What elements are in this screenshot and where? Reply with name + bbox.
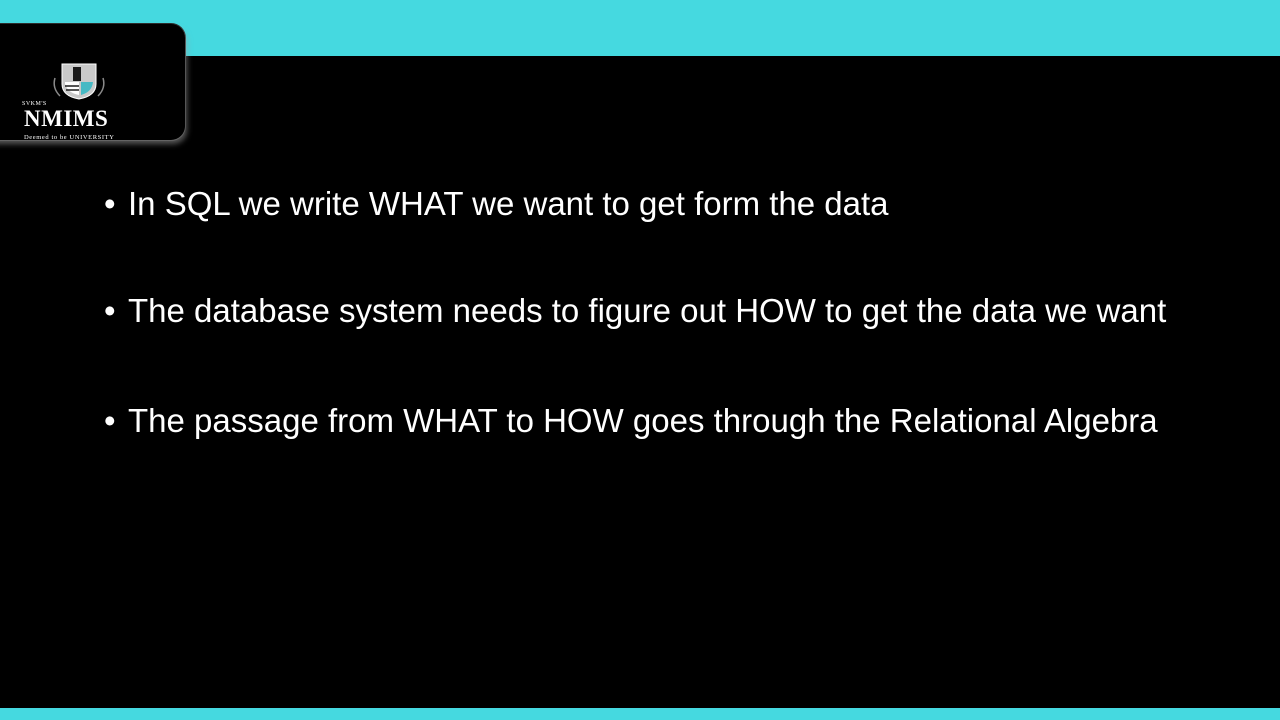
slide: SVKM'S NMIMS Deemed to be UNIVERSITY • I… bbox=[0, 0, 1280, 720]
nmims-logo: SVKM'S NMIMS Deemed to be UNIVERSITY bbox=[14, 62, 144, 148]
top-accent-band bbox=[0, 0, 1280, 56]
logo-sub-text: Deemed to be UNIVERSITY bbox=[24, 134, 115, 141]
bullet-marker: • bbox=[104, 402, 116, 439]
bullet-marker: • bbox=[104, 185, 116, 222]
bullet-text: The database system needs to figure out … bbox=[128, 292, 1167, 329]
bullet-item: • In SQL we write WHAT we want to get fo… bbox=[104, 184, 1194, 224]
logo-main-text: NMIMS bbox=[24, 106, 109, 131]
bullet-text: The passage from WHAT to HOW goes throug… bbox=[128, 402, 1158, 439]
bottom-accent-band bbox=[0, 708, 1280, 720]
bullet-text: In SQL we write WHAT we want to get form… bbox=[128, 185, 889, 222]
nmims-crest-icon bbox=[53, 63, 105, 100]
logo-panel: SVKM'S NMIMS Deemed to be UNIVERSITY bbox=[0, 24, 185, 141]
bullet-list: • In SQL we write WHAT we want to get fo… bbox=[104, 184, 1194, 441]
bullet-item: • The database system needs to figure ou… bbox=[104, 291, 1194, 331]
bullet-marker: • bbox=[104, 292, 116, 329]
bullet-item: • The passage from WHAT to HOW goes thro… bbox=[104, 401, 1194, 441]
